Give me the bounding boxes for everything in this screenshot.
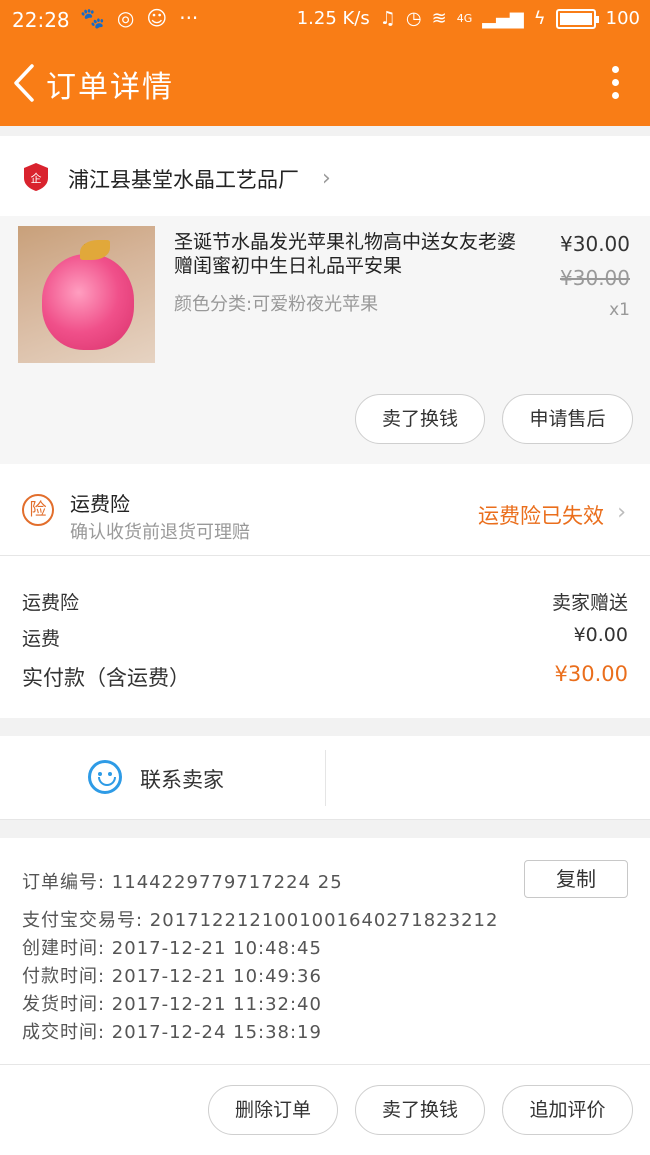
paid-time: 付款时间: 2017-12-21 10:49:36 bbox=[22, 966, 322, 987]
notification-icons: 🐾 ◎ ☺ ··· bbox=[80, 6, 198, 30]
smiley-icon bbox=[88, 760, 122, 794]
wifi-icon: ≋ bbox=[431, 8, 447, 29]
order-item: 圣诞节水晶发光苹果礼物高中送女友老婆赠闺蜜初中生日礼品平安果 颜色分类:可爱粉夜… bbox=[0, 216, 650, 464]
product-quantity: x1 bbox=[609, 300, 630, 320]
insurance-subtitle: 确认收货前退货可理赔 bbox=[70, 522, 250, 543]
alipay-number: 支付宝交易号: 2017122121001001640271823212 bbox=[22, 910, 499, 931]
shop-row[interactable]: 企 浦江县基堂水晶工艺品厂 › bbox=[0, 136, 650, 216]
after-sale-button[interactable]: 申请售后 bbox=[502, 394, 633, 444]
product-original-price: ¥30.00 bbox=[560, 266, 630, 290]
copy-button[interactable]: 复制 bbox=[524, 860, 628, 898]
product-price: ¥30.00 bbox=[560, 232, 630, 256]
more-dots-icon: ··· bbox=[179, 6, 199, 30]
chevron-right-icon: › bbox=[322, 166, 331, 191]
fee-label: 运费险 bbox=[22, 592, 80, 614]
insurance-title: 运费险 bbox=[70, 492, 130, 516]
app-icon: ◎ bbox=[116, 6, 135, 30]
contact-bar: 联系卖家 bbox=[0, 736, 650, 820]
sell-button[interactable]: 卖了换钱 bbox=[355, 1085, 485, 1135]
status-right: 1.25 K/s ♫ ◷ ≋ 4G ▂▄▆ ϟ 100 bbox=[297, 8, 640, 29]
back-arrow-icon[interactable] bbox=[8, 60, 44, 106]
contact-seller-button[interactable]: 联系卖家 bbox=[140, 764, 224, 794]
product-image[interactable] bbox=[18, 226, 155, 363]
app-bar: 订单详情 bbox=[0, 40, 650, 126]
battery-icon bbox=[555, 8, 599, 29]
total-label: 实付款（含运费） bbox=[22, 666, 190, 690]
status-time: 22:28 bbox=[12, 8, 70, 32]
signal-icon: ▂▄▆ bbox=[482, 8, 524, 29]
insurance-status: 运费险已失效 bbox=[478, 504, 604, 528]
fee-label: 运费 bbox=[22, 628, 61, 650]
fee-row-total: 实付款（含运费） ¥30.00 bbox=[22, 662, 628, 692]
fee-value: 卖家赠送 bbox=[551, 592, 628, 614]
sell-button[interactable]: 卖了换钱 bbox=[355, 394, 485, 444]
shipping-insurance-row[interactable]: 险 运费险 确认收货前退货可理赔 运费险已失效 › bbox=[0, 464, 650, 556]
fee-row-shipping: 运费 ¥0.00 bbox=[22, 624, 628, 651]
headset-icon: ♫ bbox=[379, 8, 396, 29]
shipped-time: 发货时间: 2017-12-21 11:32:40 bbox=[22, 994, 322, 1015]
shop-name: 浦江县基堂水晶工艺品厂 bbox=[68, 168, 299, 192]
alarm-icon: ◷ bbox=[405, 8, 422, 29]
chevron-right-icon: › bbox=[617, 500, 626, 525]
paw-icon: 🐾 bbox=[80, 6, 105, 30]
total-value: ¥30.00 bbox=[554, 662, 628, 686]
fee-row-insurance: 运费险 卖家赠送 bbox=[22, 588, 628, 615]
fee-summary: 运费险 卖家赠送 运费 ¥0.00 实付款（含运费） ¥30.00 bbox=[0, 556, 650, 718]
battery-level: 100 bbox=[605, 8, 640, 29]
add-review-button[interactable]: 追加评价 bbox=[502, 1085, 633, 1135]
completed-time: 成交时间: 2017-12-24 15:38:19 bbox=[22, 1022, 322, 1043]
fee-value: ¥0.00 bbox=[573, 624, 628, 646]
status-bar: 22:28 🐾 ◎ ☺ ··· 1.25 K/s ♫ ◷ ≋ 4G ▂▄▆ ϟ … bbox=[0, 0, 650, 40]
footer-actions: 删除订单 卖了换钱 追加评价 bbox=[0, 1064, 650, 1155]
more-menu-icon[interactable] bbox=[612, 66, 620, 100]
divider bbox=[325, 750, 326, 806]
insurance-icon: 险 bbox=[22, 494, 54, 526]
delete-order-button[interactable]: 删除订单 bbox=[208, 1085, 338, 1135]
network-type: 4G bbox=[456, 12, 473, 25]
created-time: 创建时间: 2017-12-21 10:48:45 bbox=[22, 938, 322, 959]
page-title: 订单详情 bbox=[46, 70, 174, 105]
charging-icon: ϟ bbox=[533, 8, 546, 29]
order-info: 订单编号: 1144229779717224 25 复制 支付宝交易号: 201… bbox=[0, 838, 650, 1064]
svg-text:企: 企 bbox=[31, 171, 42, 185]
product-title[interactable]: 圣诞节水晶发光苹果礼物高中送女友老婆赠闺蜜初中生日礼品平安果 bbox=[174, 230, 526, 278]
product-sku: 颜色分类:可爱粉夜光苹果 bbox=[174, 294, 379, 315]
chat-icon: ☺ bbox=[146, 6, 168, 30]
net-speed: 1.25 K/s bbox=[296, 8, 370, 29]
shop-logo-icon: 企 bbox=[24, 163, 48, 191]
order-number: 订单编号: 1144229779717224 25 bbox=[22, 872, 343, 893]
